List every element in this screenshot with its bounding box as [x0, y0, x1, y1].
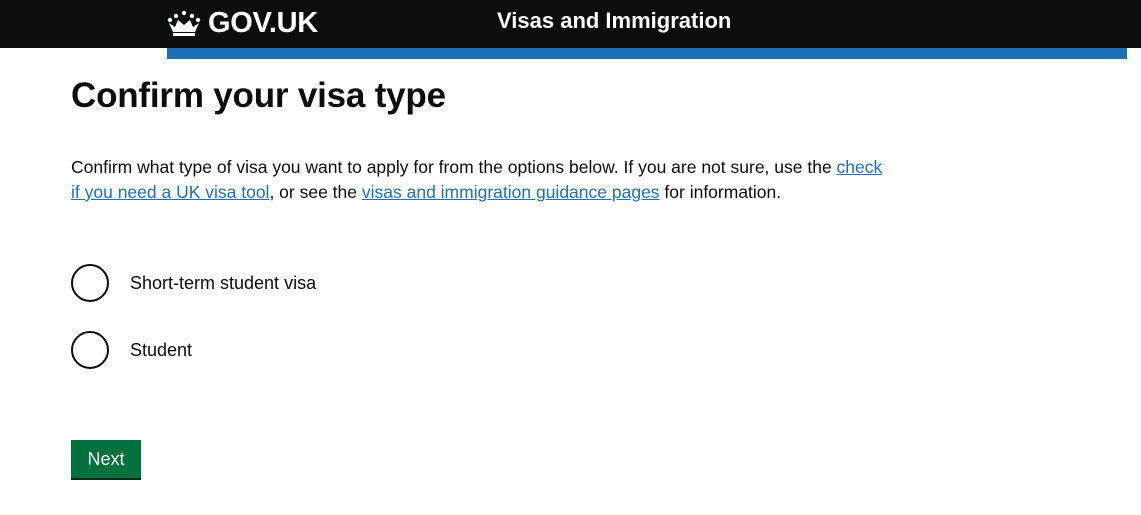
- radio-option-student[interactable]: Student: [71, 330, 192, 370]
- intro-text-part1: Confirm what type of visa you want to ap…: [71, 157, 837, 177]
- radio-label[interactable]: Student: [130, 338, 192, 362]
- site-header: GOV.UK Visas and Immigration: [0, 0, 1141, 48]
- govuk-logo-link[interactable]: GOV.UK: [166, 7, 318, 39]
- service-name-link[interactable]: Visas and Immigration: [497, 8, 731, 34]
- guidance-pages-link[interactable]: visas and immigration guidance pages: [362, 182, 660, 202]
- intro-text-part3: for information.: [659, 182, 782, 202]
- intro-text-part2: , or see the: [269, 182, 362, 202]
- next-button[interactable]: Next: [71, 440, 141, 478]
- radio-label[interactable]: Short-term student visa: [130, 271, 316, 295]
- radio-option-short-term-student-visa[interactable]: Short-term student visa: [71, 263, 316, 303]
- page-title: Confirm your visa type: [71, 76, 446, 115]
- radio-button[interactable]: [71, 331, 109, 369]
- header-accent-bar: [167, 48, 1127, 59]
- intro-text: Confirm what type of visa you want to ap…: [71, 155, 891, 205]
- radio-button[interactable]: [71, 264, 109, 302]
- logo-text: GOV.UK: [208, 6, 318, 39]
- crown-icon: [167, 10, 201, 36]
